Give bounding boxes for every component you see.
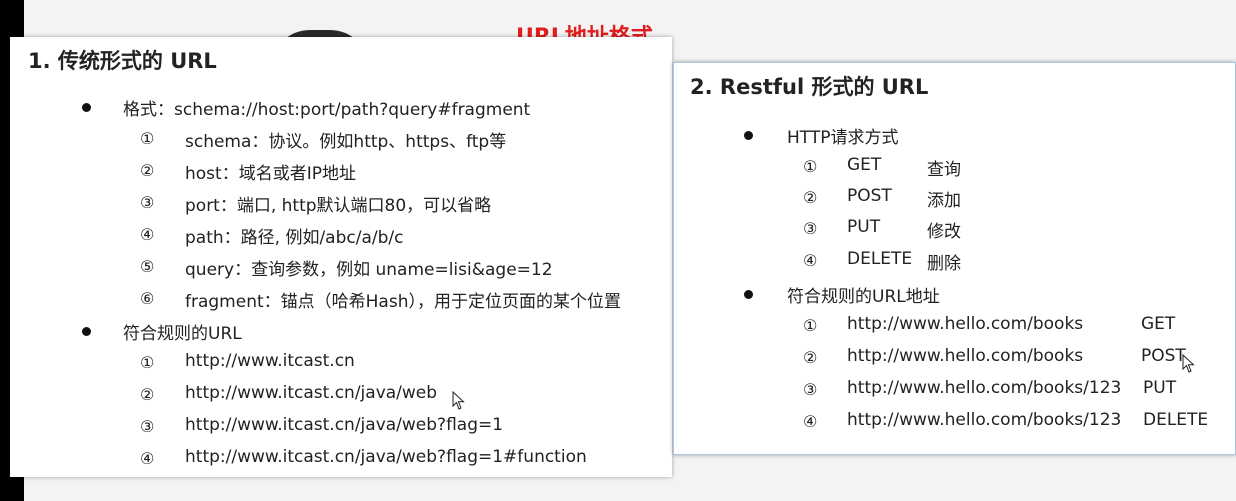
restful-url-title: 2. Restful 形式的 URL — [690, 75, 929, 99]
methods-heading: HTTP请求方式 — [787, 128, 899, 148]
rules-heading: 符合规则的URL — [123, 324, 242, 344]
mouse-pointer-icon — [452, 391, 465, 410]
traditional-url-panel: 1. 传统形式的 URL 格式：schema://host:port/path?… — [10, 37, 672, 477]
bullet-icon — [82, 103, 91, 112]
format-line: 格式：schema://host:port/path?query#fragmen… — [123, 100, 531, 120]
bullet-icon — [82, 327, 91, 336]
bullet-icon — [744, 131, 753, 140]
url-rules-heading: 符合规则的URL地址 — [787, 287, 940, 307]
bullet-icon — [744, 290, 753, 299]
mouse-pointer-icon — [1182, 354, 1195, 373]
restful-url-panel: 2. Restful 形式的 URL HTTP请求方式 ① GET 查询 ② P… — [673, 62, 1236, 455]
traditional-url-title: 1. 传统形式的 URL — [28, 49, 217, 73]
